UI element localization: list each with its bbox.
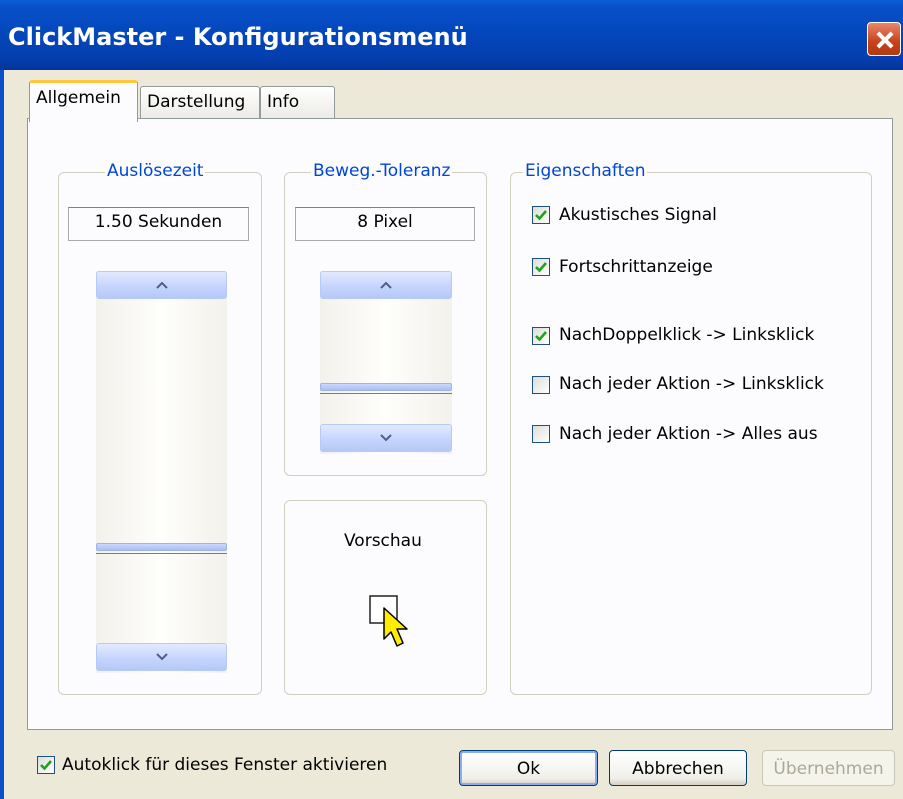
ok-button[interactable]: Ok	[459, 750, 598, 786]
window-border	[0, 70, 4, 799]
tab-info[interactable]: Info	[260, 86, 335, 118]
apply-button-label: Übernehmen	[773, 759, 884, 779]
ausloesezeit-readout: 1.50 Sekunden	[68, 207, 249, 241]
checkbox-label[interactable]: Nach jeder Aktion -> Alles aus	[559, 424, 818, 444]
close-icon[interactable]	[867, 22, 901, 56]
checkbox-nach-jeder-aktion-alles-aus[interactable]	[532, 425, 550, 443]
chevron-down-icon	[155, 653, 168, 661]
chevron-down-icon	[380, 434, 392, 442]
group-label-eigenschaften: Eigenschaften	[523, 161, 648, 181]
group-toleranz: Beweg.-Toleranz 8 Pixel	[284, 161, 487, 476]
title-bar[interactable]: ClickMaster - Konfigurationsmenü	[0, 0, 903, 70]
thumb-divider	[96, 553, 227, 554]
scroll-down-button[interactable]	[320, 424, 452, 452]
vorschau-label: Vorschau	[344, 531, 422, 551]
group-ausloesezeit: Auslösezeit 1.50 Sekunden	[58, 161, 262, 695]
dialog-window: ClickMaster - Konfigurationsmenü Allgeme…	[0, 0, 903, 799]
toleranz-readout: 8 Pixel	[295, 207, 475, 241]
checkbox-label[interactable]: NachDoppelklick -> Linksklick	[559, 325, 814, 345]
cancel-button-label: Abbrechen	[632, 759, 724, 779]
checkmark-icon	[40, 760, 52, 771]
checkbox-label[interactable]: Nach jeder Aktion -> Linksklick	[559, 374, 824, 394]
checkbox-fortschrittanzeige[interactable]	[532, 258, 550, 276]
group-label-ausloesezeit: Auslösezeit	[105, 161, 206, 181]
tab-panel-allgemein: Auslösezeit 1.50 Sekunden Beweg.-Toleran…	[27, 118, 893, 730]
chevron-up-icon	[155, 281, 168, 289]
scroll-down-button[interactable]	[96, 643, 227, 671]
tab-allgemein[interactable]: Allgemein	[29, 80, 138, 122]
ausloesezeit-thumb[interactable]	[96, 543, 227, 551]
cancel-button[interactable]: Abbrechen	[609, 750, 747, 786]
checkbox-label[interactable]: Fortschrittanzeige	[559, 257, 713, 277]
chevron-up-icon	[380, 281, 392, 289]
ausloesezeit-scrollbar[interactable]	[96, 271, 227, 673]
cursor-preview-icon	[369, 595, 408, 647]
tab-label: Allgemein	[36, 88, 121, 108]
group-label-toleranz: Beweg.-Toleranz	[311, 161, 453, 181]
autoklick-label[interactable]: Autoklick für dieses Fenster aktivieren	[62, 755, 387, 775]
checkbox-autoklick[interactable]	[37, 756, 55, 774]
checkmark-icon	[535, 331, 547, 342]
group-eigenschaften: Eigenschaften Akustisches Signal Fortsch…	[510, 161, 872, 695]
checkbox-nach-jeder-aktion-linksklick[interactable]	[532, 376, 550, 394]
checkbox-nachdoppelklick-linksklick[interactable]	[532, 327, 550, 345]
ausloesezeit-value: 1.50 Sekunden	[94, 212, 223, 232]
thumb-divider	[320, 393, 452, 394]
tab-label: Info	[267, 92, 300, 112]
toleranz-value: 8 Pixel	[357, 212, 413, 232]
tab-label: Darstellung	[147, 92, 246, 112]
scroll-up-button[interactable]	[96, 271, 227, 299]
checkbox-akustisches-signal[interactable]	[532, 206, 550, 224]
toleranz-thumb[interactable]	[320, 383, 452, 391]
ok-button-label: Ok	[516, 759, 541, 779]
checkmark-icon	[535, 262, 547, 273]
checkbox-label[interactable]: Akustisches Signal	[559, 205, 717, 225]
group-vorschau: Vorschau	[284, 500, 487, 695]
apply-button[interactable]: Übernehmen	[762, 750, 895, 786]
scroll-up-button[interactable]	[320, 271, 452, 299]
checkmark-icon	[535, 210, 547, 221]
tab-darstellung[interactable]: Darstellung	[140, 86, 260, 118]
window-title: ClickMaster - Konfigurationsmenü	[8, 23, 468, 51]
toleranz-scrollbar[interactable]	[320, 271, 452, 454]
